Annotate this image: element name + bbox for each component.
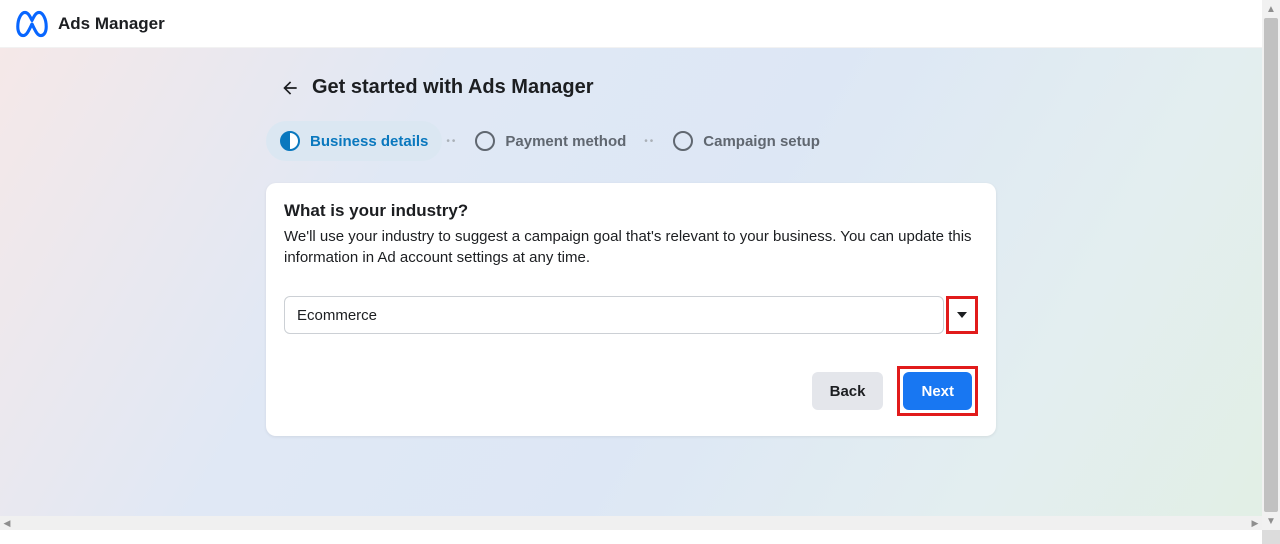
next-button[interactable]: Next bbox=[903, 372, 972, 410]
step-circle-icon bbox=[673, 131, 693, 151]
industry-card: What is your industry? We'll use your in… bbox=[266, 183, 996, 436]
scroll-right-icon[interactable]: ▶ bbox=[1248, 516, 1262, 530]
page-title: Get started with Ads Manager bbox=[312, 76, 594, 99]
page-background: Get started with Ads Manager Business de… bbox=[0, 48, 1262, 530]
scroll-left-icon[interactable]: ◀ bbox=[0, 516, 14, 530]
industry-select-value: Ecommerce bbox=[297, 307, 377, 324]
industry-select[interactable]: Ecommerce bbox=[284, 296, 944, 334]
card-heading: What is your industry? bbox=[284, 201, 978, 221]
meta-logo-icon bbox=[16, 8, 48, 40]
step-payment-method[interactable]: Payment method bbox=[461, 121, 640, 161]
step-business-details[interactable]: Business details bbox=[266, 121, 442, 161]
step-label: Campaign setup bbox=[703, 133, 820, 150]
app-header: Ads Manager bbox=[0, 0, 1262, 48]
scroll-corner bbox=[1262, 530, 1280, 544]
industry-select-caret[interactable] bbox=[946, 296, 978, 334]
step-label: Payment method bbox=[505, 133, 626, 150]
progress-stepper: Business details •• Payment method •• Ca… bbox=[266, 121, 996, 161]
step-separator-icon: •• bbox=[640, 136, 659, 147]
step-separator-icon: •• bbox=[442, 136, 461, 147]
vertical-scrollbar[interactable]: ▲ ▼ bbox=[1262, 0, 1280, 530]
scroll-down-icon[interactable]: ▼ bbox=[1262, 512, 1280, 530]
step-circle-icon bbox=[475, 131, 495, 151]
scrollbar-thumb[interactable] bbox=[1264, 18, 1278, 512]
step-circle-icon bbox=[280, 131, 300, 151]
back-button[interactable]: Back bbox=[812, 372, 884, 410]
horizontal-scrollbar[interactable]: ◀ ▶ bbox=[0, 516, 1262, 530]
caret-down-icon bbox=[957, 312, 967, 318]
app-title: Ads Manager bbox=[58, 14, 165, 34]
card-description: We'll use your industry to suggest a cam… bbox=[284, 226, 978, 268]
step-label: Business details bbox=[310, 133, 428, 150]
next-button-highlight: Next bbox=[897, 366, 978, 416]
step-campaign-setup[interactable]: Campaign setup bbox=[659, 121, 834, 161]
back-arrow-icon[interactable] bbox=[280, 78, 300, 98]
scroll-up-icon[interactable]: ▲ bbox=[1262, 0, 1280, 18]
